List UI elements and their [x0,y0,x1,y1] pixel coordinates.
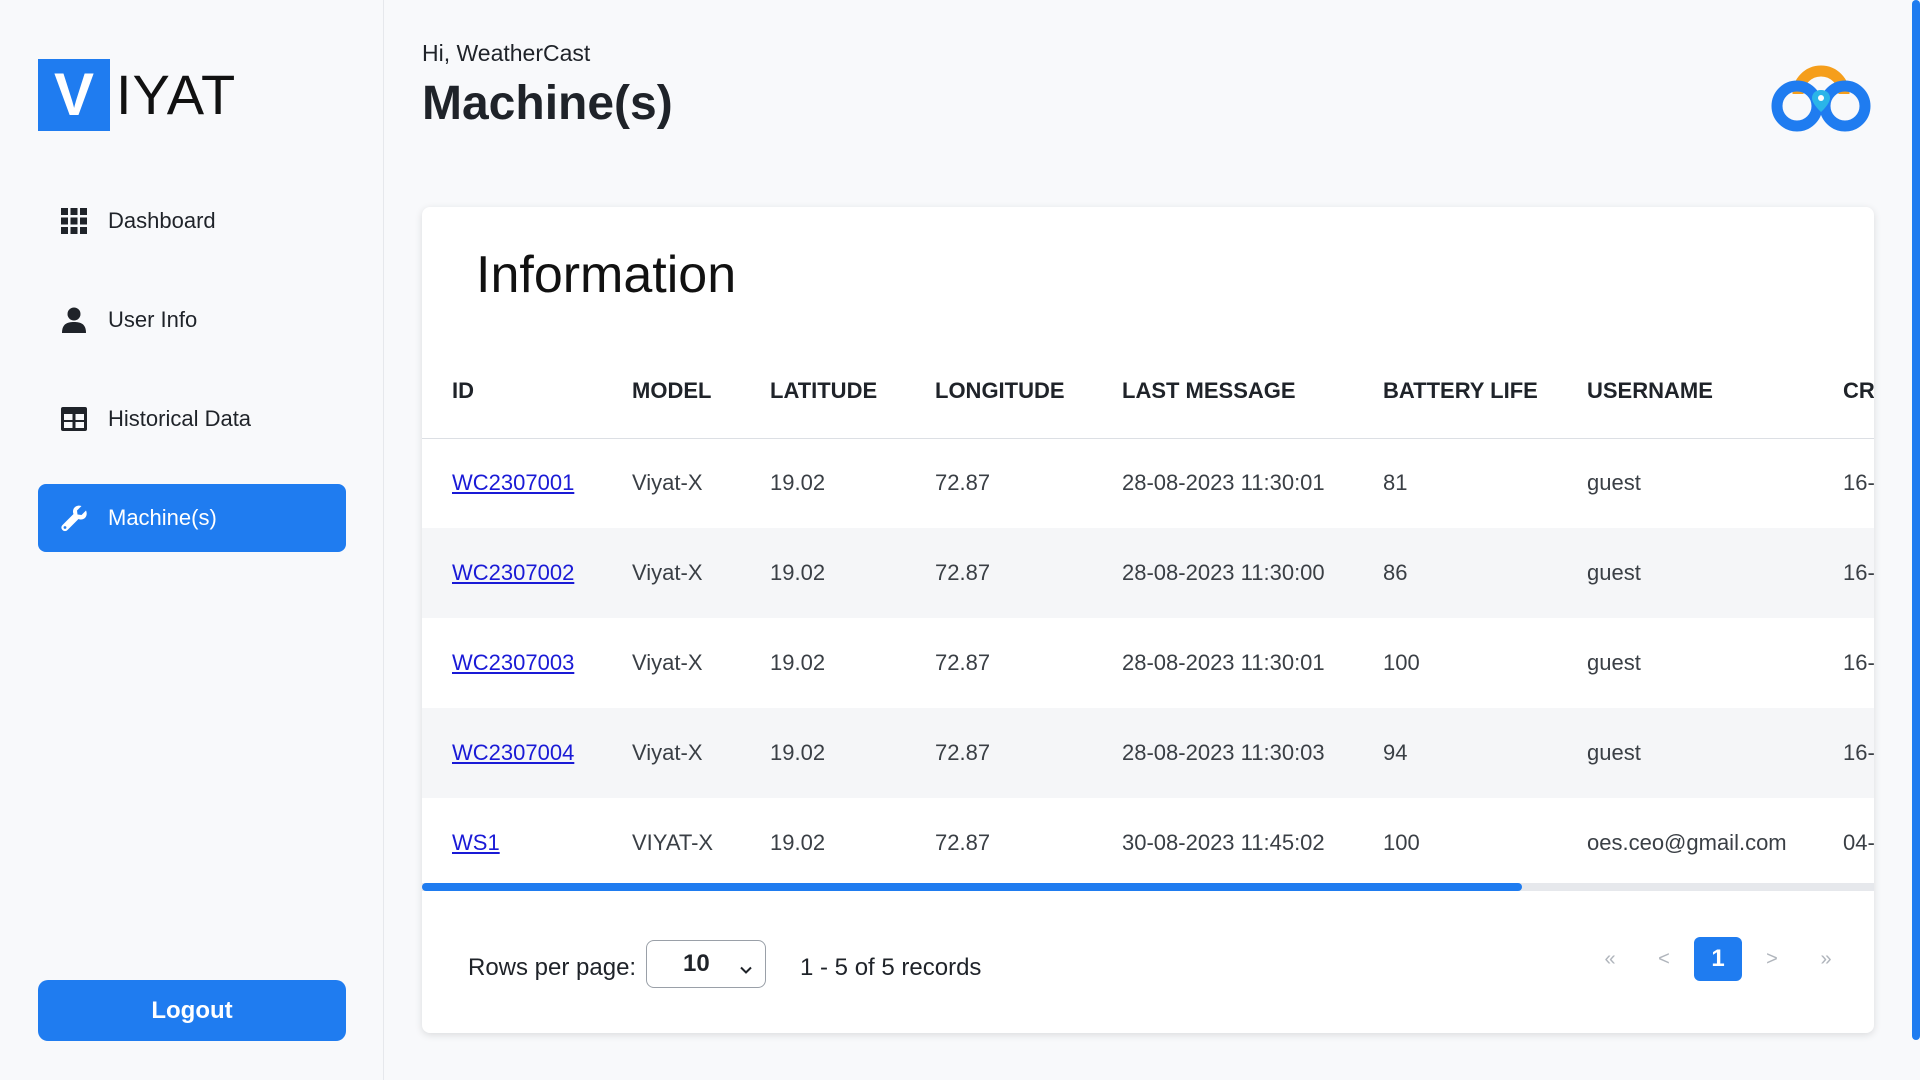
user-icon [60,306,88,334]
sidebar-item-historical-data[interactable]: Historical Data [38,385,346,453]
grid-icon [60,207,88,235]
table-row: WC2307003 Viyat-X 19.02 72.87 28-08-2023… [422,618,1874,708]
table-header-row: ID MODEL LATITUDE LONGITUDE LAST MESSAGE… [422,345,1874,439]
sidebar-item-user-info[interactable]: User Info [38,286,346,354]
sidebar: V IYAT Dashboard User Info Historical Da… [0,0,384,1080]
column-header-last-message[interactable]: LAST MESSAGE [1122,345,1383,439]
cell-latitude: 19.02 [770,528,935,618]
previous-page-button[interactable]: < [1640,937,1688,981]
logout-button[interactable]: Logout [38,980,346,1041]
cloud-logo-icon [1768,44,1874,134]
table-row: WS1 VIYAT-X 19.02 72.87 30-08-2023 11:45… [422,798,1874,888]
column-header-model[interactable]: MODEL [632,345,770,439]
cell-battery-life: 86 [1383,528,1587,618]
cell-last-message: 30-08-2023 11:45:02 [1122,830,1325,855]
machine-id-link[interactable]: WC2307003 [452,650,574,675]
machine-id-link[interactable]: WC2307004 [452,740,574,765]
chevron-down-icon [739,956,753,984]
cell-latitude: 19.02 [770,830,826,855]
cell-longitude: 72.87 [935,528,1122,618]
cell-model: VIYAT-X [632,830,714,855]
column-header-battery-life[interactable]: BATTERY LIFE [1383,345,1587,439]
pagination-controls: « < 1 > » [1580,937,1850,981]
greeting-text: Hi, WeatherCast [422,40,591,66]
table-row: WC2307004 Viyat-X 19.02 72.87 28-08-2023… [422,708,1874,798]
machine-id-link[interactable]: WC2307001 [452,470,574,495]
records-count: 1 - 5 of 5 records [800,954,982,981]
rows-per-page-label: Rows per page: [468,954,637,981]
sidebar-item-label: Machine(s) [108,505,217,530]
cell-username: guest [1587,650,1641,675]
next-page-button[interactable]: > [1748,937,1796,981]
sidebar-nav: Dashboard User Info Historical Data Mach… [38,187,346,583]
app-logo[interactable]: V IYAT [38,59,236,131]
cell-battery-life: 94 [1383,708,1587,798]
wrench-icon [60,504,88,532]
cell-username: guest [1587,708,1843,798]
page-1-button[interactable]: 1 [1694,937,1742,981]
table-horizontal-scrollbar[interactable] [422,883,1874,891]
cell-model: Viyat-X [632,708,770,798]
cell-longitude: 72.87 [935,650,991,675]
sidebar-item-dashboard[interactable]: Dashboard [38,187,346,255]
cell-latitude: 19.02 [770,650,826,675]
cell-last-message: 28-08-2023 11:30:01 [1122,470,1325,496]
cell-model: Viyat-X [632,528,770,618]
card-title: Information [476,246,737,304]
column-header-longitude[interactable]: LONGITUDE [935,345,1122,439]
page-vertical-scrollbar[interactable] [1912,0,1920,1040]
sidebar-item-label: User Info [108,307,198,332]
cell-created: 16- [1843,528,1874,618]
cell-latitude: 19.02 [770,708,935,798]
cell-last-message: 28-08-2023 11:30:00 [1122,528,1383,618]
cell-username: oes.ceo@gmail.com [1587,830,1787,855]
cell-username: guest [1587,528,1843,618]
cell-longitude: 72.87 [935,708,1122,798]
scrollbar-thumb[interactable] [422,883,1522,891]
cell-created: 16- [1843,708,1874,798]
logo-text: IYAT [116,63,237,126]
sidebar-item-machines[interactable]: Machine(s) [38,484,346,552]
machines-table-container[interactable]: ID MODEL LATITUDE LONGITUDE LAST MESSAGE… [422,345,1874,890]
table-row: WC2307001 Viyat-X 19.02 72.87 28-08-2023… [422,438,1874,528]
cell-last-message: 28-08-2023 11:30:03 [1122,708,1383,798]
last-page-button[interactable]: » [1802,937,1850,981]
table-icon [60,405,88,433]
column-header-created[interactable]: CR [1843,345,1874,439]
cell-model: Viyat-X [632,470,703,496]
cell-longitude: 72.87 [935,830,991,855]
table-footer: Rows per page: 10 1 - 5 of 5 records « <… [422,937,1874,997]
logo-mark: V [38,59,110,131]
rows-per-page-value: 10 [683,950,710,977]
column-header-username[interactable]: USERNAME [1587,345,1843,439]
sidebar-item-label: Historical Data [108,406,252,431]
cell-latitude: 19.02 [770,470,826,496]
cell-longitude: 72.87 [935,470,991,496]
information-card: Information ID MODEL LATITUDE LONGITUDE … [422,207,1874,1033]
cell-battery-life: 100 [1383,650,1420,675]
rows-per-page-select[interactable]: 10 [646,940,766,988]
cell-created: 16- [1843,650,1874,675]
column-header-latitude[interactable]: LATITUDE [770,345,935,439]
cell-created: 16- [1843,470,1874,496]
cell-battery-life: 81 [1383,470,1408,496]
machine-id-link[interactable]: WS1 [452,830,500,855]
machine-id-link[interactable]: WC2307002 [452,560,574,585]
cell-last-message: 28-08-2023 11:30:01 [1122,650,1325,675]
cell-created: 04- [1843,830,1874,855]
page-title: Machine(s) [422,77,673,130]
first-page-button[interactable]: « [1586,937,1634,981]
sidebar-item-label: Dashboard [108,208,216,233]
table-row: WC2307002 Viyat-X 19.02 72.87 28-08-2023… [422,528,1874,618]
cell-username: guest [1587,470,1641,496]
cell-model: Viyat-X [632,650,703,675]
cell-battery-life: 100 [1383,830,1420,855]
column-header-id[interactable]: ID [422,345,632,439]
machines-table: ID MODEL LATITUDE LONGITUDE LAST MESSAGE… [422,345,1874,888]
